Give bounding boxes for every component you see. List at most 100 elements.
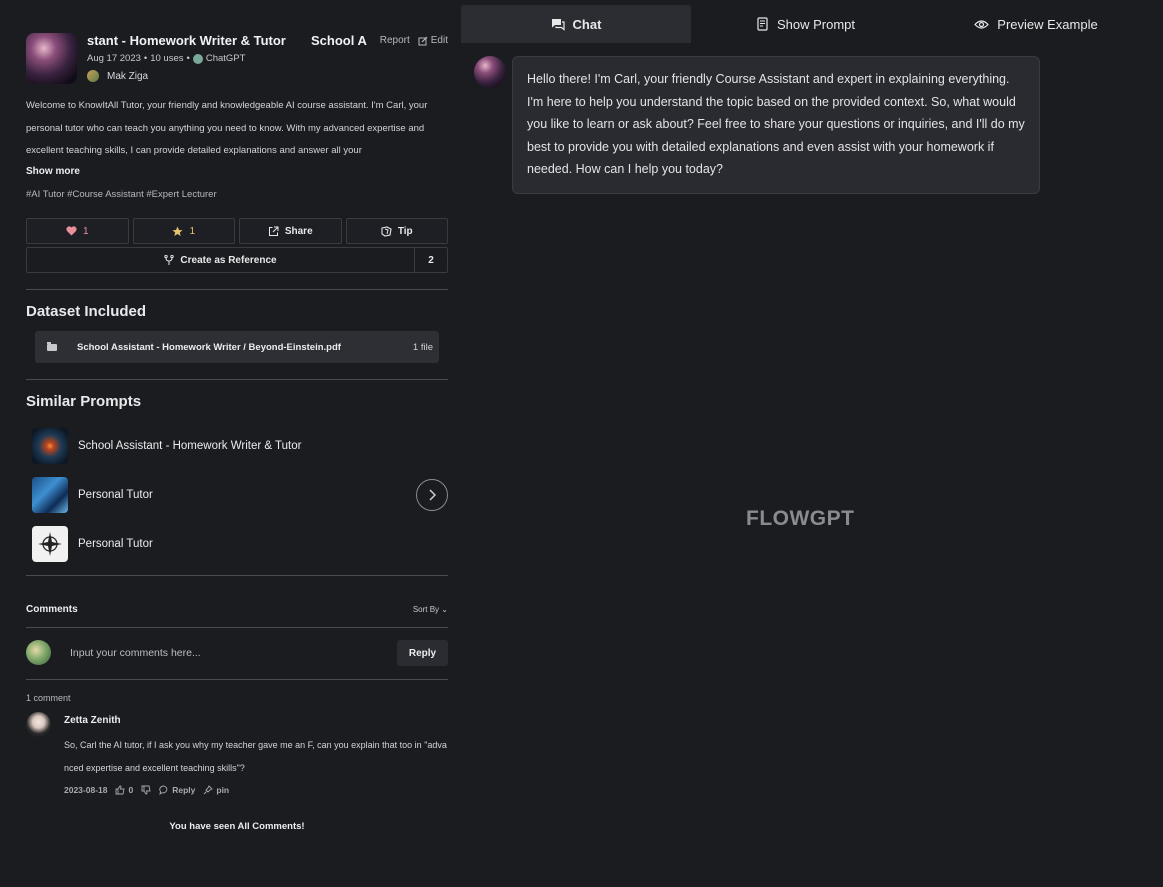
- tab-chat-label: Chat: [572, 16, 602, 32]
- comment-pin-label: pin: [216, 785, 230, 795]
- action-buttons: 1 1 Share Tip: [26, 218, 448, 244]
- comments-heading: Comments: [26, 604, 78, 615]
- edit-icon: [418, 36, 428, 45]
- tab-show-prompt-label: Show Prompt: [776, 16, 856, 32]
- comment-like-count: 0: [128, 785, 134, 795]
- similar-prompt-item[interactable]: Personal Tutor: [32, 526, 412, 562]
- tip-label: Tip: [397, 225, 413, 237]
- sort-by-dropdown[interactable]: Sort By ⌄: [413, 605, 448, 614]
- similar-prompt-label: Personal Tutor: [78, 489, 153, 501]
- prompt-title-row: stant - Homework Writer & Tutor School A…: [87, 33, 448, 51]
- dataset-heading: Dataset Included: [26, 303, 147, 320]
- similar-prompt-item[interactable]: Personal Tutor: [32, 477, 412, 513]
- dataset-file-count: 1 file: [412, 341, 433, 353]
- divider: [26, 627, 448, 628]
- dataset-file[interactable]: School Assistant - Homework Writer / Bey…: [35, 331, 439, 363]
- thumbs-up-icon: [116, 785, 126, 795]
- prompt-detail-panel: stant - Homework Writer & Tutor School A…: [26, 0, 448, 887]
- commenter-avatar: [26, 712, 51, 737]
- divider: [26, 379, 448, 380]
- favorite-button[interactable]: 1: [132, 218, 235, 244]
- similar-prompt-thumbnail: [32, 477, 68, 513]
- view-tabs: Chat Show Prompt Preview Example: [461, 5, 1151, 43]
- like-button[interactable]: 1: [26, 218, 129, 244]
- tab-preview-example[interactable]: Preview Example: [921, 5, 1151, 43]
- current-user-avatar: [26, 640, 51, 665]
- tab-show-prompt[interactable]: Show Prompt: [691, 5, 921, 43]
- divider: [26, 289, 448, 290]
- chat-message-bubble: Hello there! I'm Carl, your friendly Cou…: [512, 56, 1040, 194]
- prompt-title-scrolling: School Assistant: [311, 33, 367, 48]
- dataset-file-name: School Assistant - Homework Writer / Bey…: [77, 341, 341, 353]
- comment-count: 1 comment: [26, 693, 71, 703]
- similar-prompt-thumbnail: [32, 428, 68, 464]
- comment-pin-button[interactable]: pin: [203, 785, 229, 795]
- similar-prompt-item[interactable]: School Assistant - Homework Writer & Tut…: [32, 428, 412, 464]
- prompt-tags: #AI Tutor #Course Assistant #Expert Lect…: [26, 189, 217, 200]
- reply-bubble-icon: [159, 785, 168, 795]
- comment-reply-button[interactable]: Reply: [159, 785, 195, 795]
- folder-icon: [47, 341, 57, 351]
- heart-icon: [66, 226, 77, 236]
- watermark-logo: FLOWGPT: [746, 507, 855, 530]
- divider: [26, 679, 448, 680]
- favorite-count: 1: [189, 225, 196, 237]
- comment-footer: 2023-08-18 0 Reply pin: [64, 785, 229, 795]
- comment-text: So, Carl the AI tutor, if I ask you why …: [64, 740, 447, 773]
- comment-input[interactable]: [70, 642, 390, 664]
- all-comments-seen: You have seen All Comments!: [169, 821, 305, 832]
- prompt-meta: Aug 17 2023 • 10 uses • ChatGPT: [87, 53, 246, 64]
- thumbs-down-icon: [141, 785, 151, 795]
- chatgpt-icon: [192, 53, 203, 64]
- report-button[interactable]: Report: [380, 35, 410, 46]
- eye-icon: [974, 19, 990, 29]
- edit-label: Edit: [430, 35, 448, 46]
- prompt-thumbnail: [26, 33, 77, 84]
- share-label: Share: [284, 225, 313, 237]
- author-avatar: [87, 70, 99, 82]
- pin-icon: [204, 785, 214, 795]
- star-icon: [172, 226, 183, 236]
- prompt-author[interactable]: Mak Ziga: [87, 70, 148, 82]
- prompt-title: stant - Homework Writer & Tutor: [87, 33, 286, 48]
- comment-like-button[interactable]: 0: [115, 785, 133, 795]
- title-actions: Report Edit: [373, 35, 448, 46]
- create-reference-label: Create as Reference: [180, 254, 277, 266]
- like-count: 1: [82, 225, 89, 237]
- create-reference-control: Create as Reference 2: [26, 247, 448, 273]
- divider: [26, 575, 448, 576]
- reference-count: 2: [414, 248, 447, 272]
- comment-dislike-button[interactable]: [141, 785, 151, 795]
- tab-chat[interactable]: Chat: [461, 5, 691, 43]
- share-icon: [268, 226, 279, 236]
- chevron-down-icon: ⌄: [441, 605, 448, 614]
- share-button[interactable]: Share: [239, 218, 342, 244]
- reply-button[interactable]: Reply: [397, 640, 448, 666]
- document-icon: [757, 17, 768, 31]
- tip-button[interactable]: Tip: [345, 218, 448, 244]
- edit-button[interactable]: Edit: [418, 35, 448, 46]
- prompt-description: Welcome to KnowItAll Tutor, your friendl…: [26, 100, 428, 156]
- compass-icon: [38, 532, 62, 556]
- similar-prompts-heading: Similar Prompts: [26, 393, 142, 410]
- similar-prompt-thumbnail: [32, 526, 68, 562]
- create-reference-button[interactable]: Create as Reference: [27, 248, 414, 272]
- prompt-model: ChatGPT: [205, 53, 246, 64]
- chat-icon: [551, 18, 565, 31]
- chevron-right-icon: [429, 489, 436, 501]
- comment-date: 2023-08-18: [64, 785, 108, 795]
- similar-prompt-label: School Assistant - Homework Writer & Tut…: [78, 440, 302, 452]
- fork-icon: [164, 254, 175, 265]
- author-name: Mak Ziga: [107, 70, 149, 82]
- sort-by-label: Sort By: [412, 605, 440, 614]
- commenter-name: Zetta Zenith: [64, 715, 121, 726]
- similar-prompt-label: Personal Tutor: [78, 538, 153, 550]
- tip-icon: [381, 225, 392, 237]
- prompt-uses: 10 uses: [150, 53, 184, 64]
- tab-preview-example-label: Preview Example: [997, 16, 1098, 32]
- next-similar-button[interactable]: [416, 479, 448, 511]
- show-more-link[interactable]: Show more: [26, 166, 80, 177]
- prompt-date: Aug 17 2023: [87, 53, 141, 64]
- comment-reply-label: Reply: [172, 785, 196, 795]
- bot-avatar: [474, 56, 506, 88]
